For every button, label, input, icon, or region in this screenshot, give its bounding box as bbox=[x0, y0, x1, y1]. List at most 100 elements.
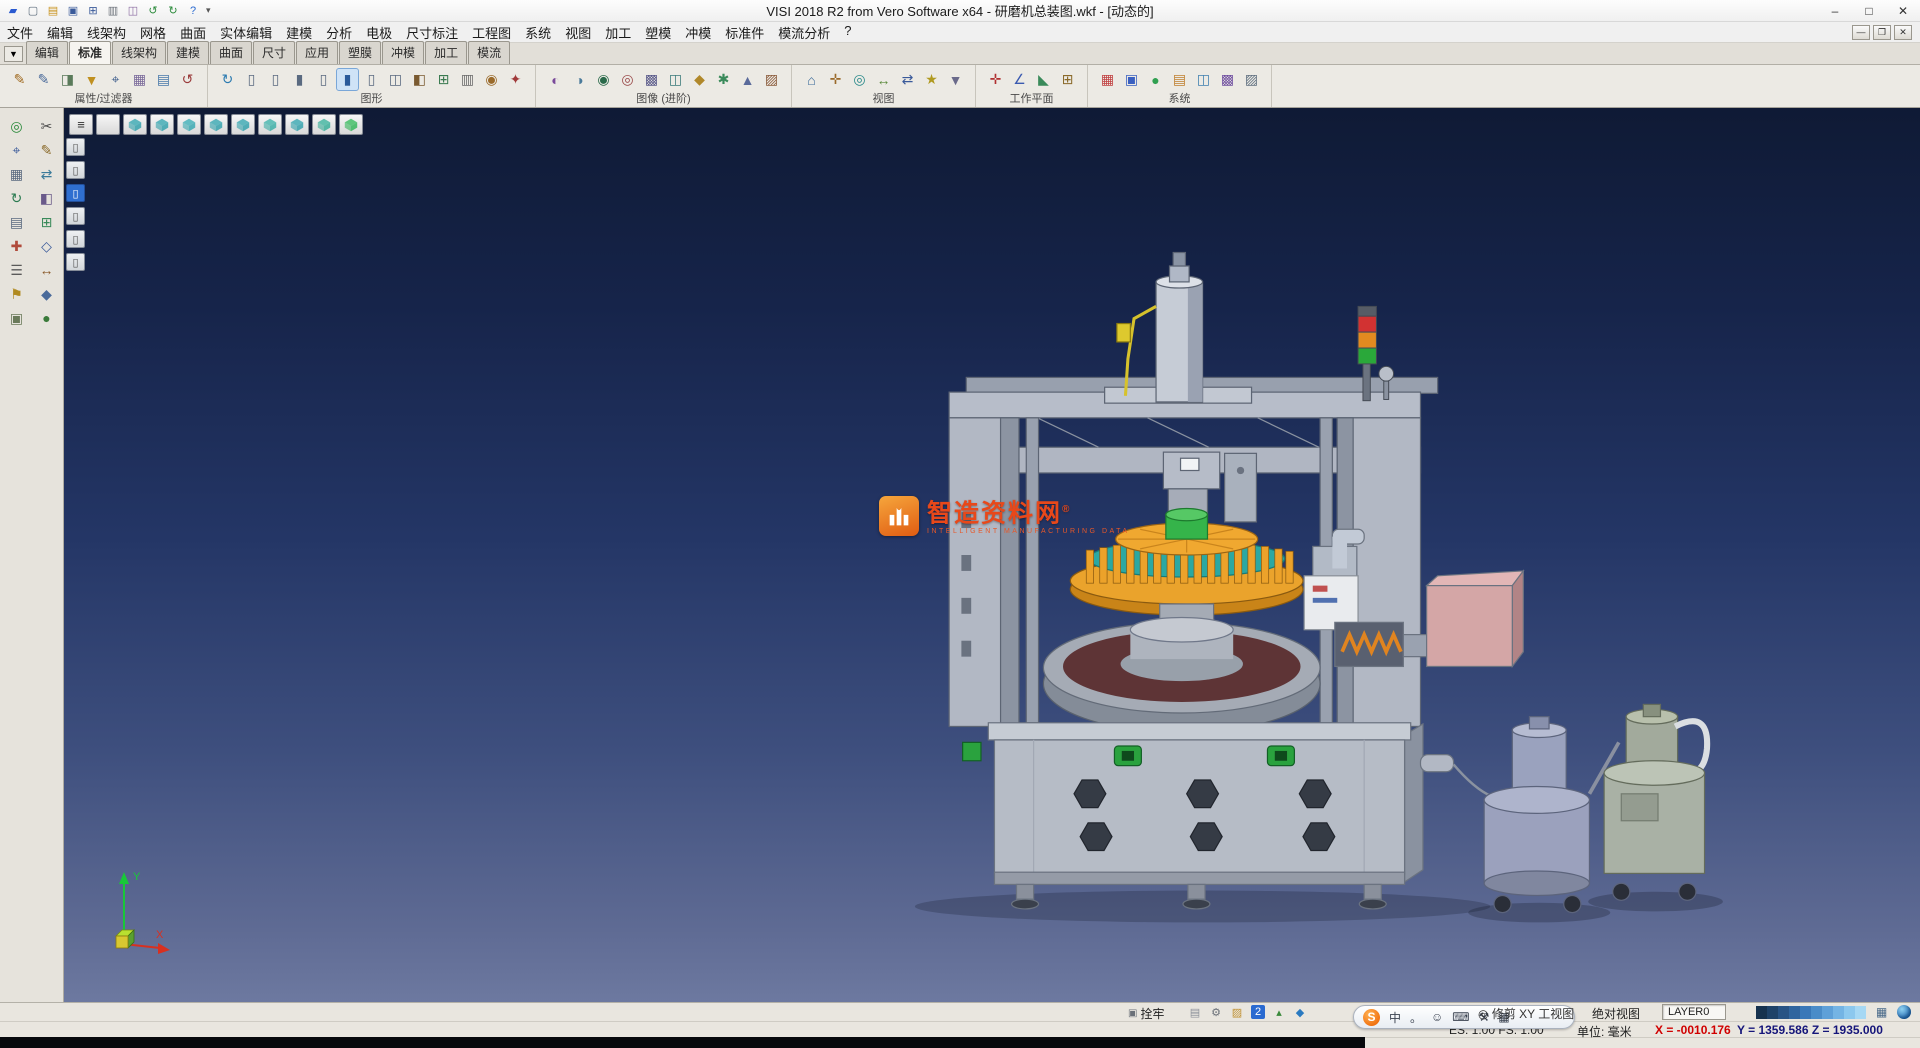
workplane-angle-icon[interactable]: ∠ bbox=[1009, 69, 1030, 90]
absolute-view-button[interactable]: 绝对视图 bbox=[1592, 1005, 1640, 1022]
view-home-icon[interactable]: ⌂ bbox=[801, 69, 822, 90]
layer-color-swatch[interactable] bbox=[1800, 1006, 1811, 1019]
menu-item[interactable]: 实体编辑 bbox=[213, 23, 279, 42]
layer-color-swatch[interactable] bbox=[1833, 1006, 1844, 1019]
highlight-display-icon[interactable]: ✦ bbox=[505, 69, 526, 90]
tab-surface[interactable]: 曲面 bbox=[210, 41, 252, 64]
lapping-basin[interactable] bbox=[1043, 604, 1320, 733]
help-icon[interactable]: ? bbox=[184, 3, 202, 19]
view-pan-icon[interactable]: ↔ bbox=[873, 69, 894, 90]
viewport-3d[interactable]: ≡ bbox=[64, 108, 1920, 1002]
lock-toggle[interactable]: ▣ 拴牢 bbox=[1128, 1005, 1164, 1022]
menu-item[interactable]: 模流分析 bbox=[771, 23, 837, 42]
menu-item[interactable]: 塑模 bbox=[638, 23, 678, 42]
selection-filter-icon[interactable]: ⌖ bbox=[105, 69, 126, 90]
zoom-in-icon[interactable]: ◉ bbox=[593, 69, 614, 90]
wireframe-mode-icon[interactable]: ▯ bbox=[241, 69, 262, 90]
menu-item[interactable]: 建模 bbox=[279, 23, 319, 42]
tab-wireframe[interactable]: 线架构 bbox=[112, 41, 166, 64]
maximize-button[interactable]: □ bbox=[1852, 0, 1886, 21]
snap-point-icon[interactable]: ⌖ bbox=[5, 140, 29, 160]
menu-item[interactable]: 系统 bbox=[518, 23, 558, 42]
panel-icon[interactable]: ▣ bbox=[5, 308, 29, 328]
isometric-view-icon[interactable]: ▲ bbox=[737, 69, 758, 90]
viewport-blank-button[interactable] bbox=[96, 114, 120, 135]
material-display-icon[interactable]: ◉ bbox=[481, 69, 502, 90]
redraw-icon[interactable]: ↻ bbox=[217, 69, 238, 90]
attribute-edit-icon[interactable]: ✎ bbox=[9, 69, 30, 90]
doc-restore-button[interactable]: ❐ bbox=[1873, 25, 1891, 40]
redo-icon[interactable]: ↻ bbox=[164, 3, 182, 19]
signal-tray-icon[interactable]: ▴ bbox=[1272, 1005, 1286, 1019]
visi-logo-icon[interactable]: ▰ bbox=[4, 3, 22, 19]
type-filter-icon[interactable]: ▼ bbox=[81, 69, 102, 90]
view-cube-button[interactable] bbox=[312, 114, 336, 135]
color-filter-icon[interactable]: ◨ bbox=[57, 69, 78, 90]
section-view-icon[interactable]: ◫ bbox=[385, 69, 406, 90]
gem-tray-icon[interactable]: ◆ bbox=[1293, 1005, 1307, 1019]
transparency-icon[interactable]: ▯ bbox=[361, 69, 382, 90]
swap-icon[interactable]: ⇄ bbox=[35, 164, 59, 184]
tab-stamping[interactable]: 冲模 bbox=[382, 41, 424, 64]
layer-color-swatch[interactable] bbox=[1756, 1006, 1767, 1019]
new-file-icon[interactable]: ▢ bbox=[24, 3, 42, 19]
pan-view-icon[interactable]: ▩ bbox=[641, 69, 662, 90]
tab-standard[interactable]: 标准 bbox=[69, 41, 111, 64]
view-cube-button[interactable] bbox=[123, 114, 147, 135]
layer-color-swatch[interactable] bbox=[1855, 1006, 1866, 1019]
system-layers-icon[interactable]: ▩ bbox=[1217, 69, 1238, 90]
close-button[interactable]: ✕ bbox=[1886, 0, 1920, 21]
menu-item[interactable]: 电极 bbox=[359, 23, 399, 42]
layer-selector[interactable]: LAYER0 bbox=[1662, 1004, 1726, 1020]
screenshot-icon[interactable]: ◫ bbox=[124, 3, 142, 19]
perspective-view-icon[interactable]: ▨ bbox=[761, 69, 782, 90]
layer-color-swatch[interactable] bbox=[1811, 1006, 1822, 1019]
zoom-out-icon[interactable]: ◎ bbox=[617, 69, 638, 90]
layer-color-swatch[interactable] bbox=[1822, 1006, 1833, 1019]
view-cube-button[interactable] bbox=[258, 114, 282, 135]
system-window-icon[interactable]: ◫ bbox=[1193, 69, 1214, 90]
menu-item[interactable]: ? bbox=[837, 23, 858, 42]
solid-diamond-icon[interactable]: ◆ bbox=[35, 284, 59, 304]
mini-tool-2[interactable]: ▯ bbox=[66, 161, 85, 179]
mini-tool-1[interactable]: ▯ bbox=[66, 138, 85, 156]
flag-icon[interactable]: ⚑ bbox=[5, 284, 29, 304]
tab-application[interactable]: 应用 bbox=[296, 41, 338, 64]
tab-machining[interactable]: 加工 bbox=[425, 41, 467, 64]
grid-icon[interactable]: ▦ bbox=[5, 164, 29, 184]
menu-item[interactable]: 文件 bbox=[0, 23, 40, 42]
half-shade-icon[interactable]: ◧ bbox=[35, 188, 59, 208]
system-display-icon[interactable]: ▣ bbox=[1121, 69, 1142, 90]
mini-tool-4[interactable]: ▯ bbox=[66, 207, 85, 225]
view-favorite-icon[interactable]: ★ bbox=[921, 69, 942, 90]
layer-color-swatch[interactable] bbox=[1789, 1006, 1800, 1019]
slurry-carts[interactable] bbox=[1484, 704, 1707, 912]
mini-tool-3[interactable]: ▯ bbox=[66, 184, 85, 202]
save-all-icon[interactable]: ⊞ bbox=[84, 3, 102, 19]
menu-item[interactable]: 尺寸标注 bbox=[399, 23, 465, 42]
workplane-grid-icon[interactable]: ⊞ bbox=[1057, 69, 1078, 90]
rotate-icon[interactable]: ↻ bbox=[5, 188, 29, 208]
rotate-view-icon[interactable]: ◫ bbox=[665, 69, 686, 90]
render-mode-icon[interactable]: ▮ bbox=[337, 69, 358, 90]
system-sphere-icon[interactable]: ● bbox=[1145, 69, 1166, 90]
arrows-icon[interactable]: ↔ bbox=[35, 260, 59, 280]
view-fit-icon[interactable]: ✛ bbox=[825, 69, 846, 90]
tab-edit[interactable]: 编辑 bbox=[26, 41, 68, 64]
tab-dimension[interactable]: 尺寸 bbox=[253, 41, 295, 64]
reset-filter-icon[interactable]: ↺ bbox=[177, 69, 198, 90]
menu-lines-icon[interactable]: ☰ bbox=[5, 260, 29, 280]
select-icon[interactable]: ◎ bbox=[5, 116, 29, 136]
view-down-icon[interactable]: ▼ bbox=[945, 69, 966, 90]
ime-emoji-icon[interactable]: ☺ bbox=[1431, 1010, 1443, 1024]
dot-icon[interactable]: ● bbox=[35, 308, 59, 328]
open-file-icon[interactable]: ▤ bbox=[44, 3, 62, 19]
doc-tray-icon[interactable]: ▤ bbox=[1188, 1005, 1202, 1019]
workplane-origin-icon[interactable]: ✛ bbox=[985, 69, 1006, 90]
solid-display-icon[interactable]: ⊞ bbox=[433, 69, 454, 90]
ime-lang-icon[interactable]: 中 bbox=[1389, 1009, 1401, 1026]
folder-tray-icon[interactable]: ▨ bbox=[1230, 1005, 1244, 1019]
menu-item[interactable]: 曲面 bbox=[173, 23, 213, 42]
undo-icon[interactable]: ↺ bbox=[144, 3, 162, 19]
view-cube-button[interactable] bbox=[150, 114, 174, 135]
